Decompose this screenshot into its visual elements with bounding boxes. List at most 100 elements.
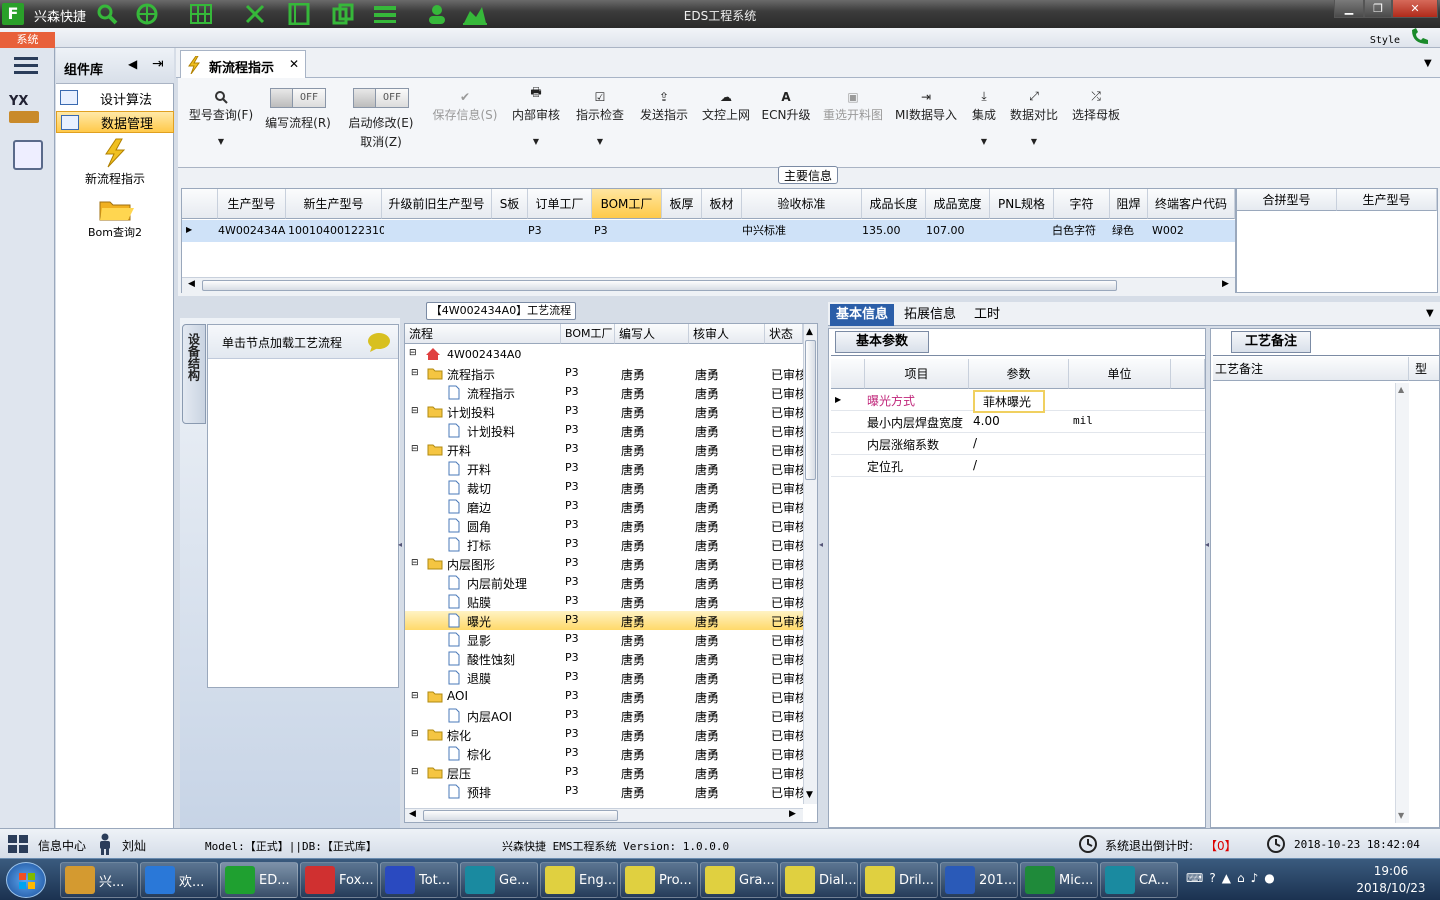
table-cell[interactable]: 10010400122310 [284,220,384,242]
taskbar-item[interactable]: 兴... [60,862,138,898]
tray-expand-icon[interactable]: ▲ [1222,871,1231,889]
yx-module-icon[interactable]: YX [9,94,45,128]
collapse-left-icon[interactable]: ◀ [128,57,137,71]
tab-menu-icon[interactable]: ▼ [1424,58,1432,69]
param-row[interactable]: ▶ 曝光方式 菲林曝光 [831,389,1205,413]
tree-row[interactable]: 酸性蚀刻 P3 唐勇 唐勇 已审核 [405,649,803,668]
grid-header[interactable]: 合拼型号 [1237,189,1337,211]
horizontal-scrollbar[interactable]: ◀ ▶ [182,277,1235,293]
tree-row[interactable]: 磨边 P3 唐勇 唐勇 已审核 [405,497,803,516]
tree-row[interactable]: 显影 P3 唐勇 唐勇 已审核 [405,630,803,649]
grid-header[interactable]: 项目 [865,359,969,389]
pin-icon[interactable]: ⇥ [152,56,164,72]
table-cell[interactable]: P3 [524,220,584,242]
scrollbar-thumb[interactable] [805,340,816,480]
maximize-button[interactable]: ❐ [1364,0,1392,18]
keyboard-icon[interactable]: ⌨ [1186,871,1203,889]
scrollbar-thumb[interactable] [423,810,618,821]
table-cell[interactable]: W002 [1148,220,1228,242]
taskbar-clock[interactable]: 19:06 2018/10/23 [1346,863,1436,897]
grid-header[interactable]: 验收标准 [742,189,862,219]
volume-icon[interactable]: ♪ [1251,871,1259,889]
reselect-cutting-map-button[interactable]: ▣ 重选开料图 [818,82,888,166]
component-item-data-management[interactable]: 数据管理 [56,111,174,133]
grid-header[interactable]: 新生产型号 [286,189,382,219]
collapse-icon[interactable]: ⊟ [411,558,419,568]
param-value[interactable]: 4.00 [973,414,1000,428]
tree-row[interactable]: ⊟ 开料 P3 唐勇 唐勇 已审核 [405,440,803,459]
save-info-button[interactable]: ✔ 保存信息(S) [426,82,504,166]
grid-header[interactable]: 参数 [969,359,1069,389]
grid-header[interactable]: 成品长度 [862,189,926,219]
table-cell[interactable]: 绿色 [1108,220,1148,242]
taskbar-item[interactable]: Dril... [860,862,938,898]
table-cell[interactable]: 4W002434A0 [214,220,286,242]
tree-row[interactable]: ⊟ 流程指示 P3 唐勇 唐勇 已审核 [405,364,803,383]
ecn-upgrade-button[interactable]: A ECN升级 [760,82,812,166]
tree-header[interactable]: 编写人 [615,324,689,344]
collapse-icon[interactable]: ⊟ [411,368,419,378]
component-item-design-algorithm[interactable]: 设计算法 [56,87,174,109]
param-row[interactable]: 内层涨缩系数 / [831,433,1205,455]
data-compare-button[interactable]: ⤢ 数据对比 ▼ [1008,82,1060,166]
toggle-switch[interactable]: OFF [353,88,409,108]
tree-row[interactable]: 圆角 P3 唐勇 唐勇 已审核 [405,516,803,535]
grid-header[interactable]: 升级前旧生产型号 [382,189,492,219]
internal-review-button[interactable]: 🖶 内部审核 ▼ [508,82,564,166]
tree-row[interactable]: ⊟ 层压 P3 唐勇 唐勇 已审核 [405,763,803,782]
dropdown-arrow-icon[interactable]: ▼ [1008,137,1060,146]
doc-control-upload-button[interactable]: ☁ 文控上网 [698,82,754,166]
param-row[interactable]: 最小内层焊盘宽度 4.00 mil [831,411,1205,433]
close-button[interactable]: ✕ [1392,0,1438,18]
table-cell[interactable]: 中兴标准 [738,220,858,242]
horizontal-scrollbar[interactable]: ◀ ▶ [405,808,803,822]
tree-row[interactable]: 打标 P3 唐勇 唐勇 已审核 [405,535,803,554]
taskbar-item[interactable]: ED... [220,862,298,898]
tree-header[interactable]: BOM工厂 [561,324,615,344]
grid-header[interactable]: 成品宽度 [926,189,990,219]
collapse-icon[interactable]: ⊟ [411,767,419,777]
basic-params-header[interactable]: 基本参数 [835,331,929,353]
dropdown-arrow-icon[interactable]: ▼ [508,137,564,146]
taskbar-item[interactable]: 201... [940,862,1018,898]
collapse-icon[interactable]: ⊟ [411,729,419,739]
tree-row[interactable]: 曝光 P3 唐勇 唐勇 已审核 [405,611,803,630]
menu-icon[interactable] [14,56,40,76]
tree-row[interactable]: 内层前处理 P3 唐勇 唐勇 已审核 [405,573,803,592]
tree-row[interactable]: 退膜 P3 唐勇 唐勇 已审核 [405,668,803,687]
help-icon[interactable]: ? [1209,871,1215,889]
grid-header[interactable]: 板厚 [662,189,702,219]
collapse-icon[interactable]: ⊟ [411,444,419,454]
grid-header[interactable]: 板材 [702,189,742,219]
vertical-scrollbar[interactable]: ▲ ▼ [803,324,817,804]
taskbar-item[interactable]: 欢... [140,862,218,898]
send-instruction-button[interactable]: ⇪ 发送指示 [636,82,692,166]
dropdown-arrow-icon[interactable]: ▼ [572,137,628,146]
dropdown-arrow-icon[interactable]: ▼ [182,137,260,146]
tree-row[interactable]: ⊟ 棕化 P3 唐勇 唐勇 已审核 [405,725,803,744]
minimize-button[interactable]: ▁ [1334,0,1364,18]
vertical-tab-device-structure[interactable]: 设备结构 [182,324,206,424]
toggle-switch[interactable]: OFF [270,88,326,108]
tree-row[interactable]: 开料 P3 唐勇 唐勇 已审核 [405,459,803,478]
taskbar-item[interactable]: Pro... [620,862,698,898]
start-modify-toggle[interactable]: OFF 启动修改(E) 取消(Z) [342,82,420,166]
tree-row[interactable]: 预排 P3 唐勇 唐勇 已审核 [405,782,803,801]
grid-header[interactable]: 工艺备注 [1213,357,1409,381]
select-motherboard-button[interactable]: ⤮ 选择母板 [1070,82,1122,166]
info-center-link[interactable]: 信息中心 [38,837,86,854]
collapse-icon[interactable]: ⊟ [409,348,417,358]
tree-row[interactable]: ⊟ AOI P3 唐勇 唐勇 已审核 [405,687,803,706]
splitter-handle[interactable]: ◂ [819,540,825,560]
tree-header[interactable]: 核审人 [689,324,765,344]
system-tab[interactable]: 系统 [0,32,55,48]
grid-header[interactable]: BOM工厂 [592,189,662,219]
tree-row[interactable]: 贴膜 P3 唐勇 唐勇 已审核 [405,592,803,611]
tree-row[interactable]: 裁切 P3 唐勇 唐勇 已审核 [405,478,803,497]
taskbar-item[interactable]: Mic... [1020,862,1098,898]
grid-header[interactable]: 字符 [1054,189,1110,219]
tab-menu-icon[interactable]: ▼ [1426,308,1434,319]
tree-header[interactable]: 状态 [765,324,803,344]
param-row[interactable]: 定位孔 / [831,455,1205,477]
taskbar-item[interactable]: Gra... [700,862,778,898]
